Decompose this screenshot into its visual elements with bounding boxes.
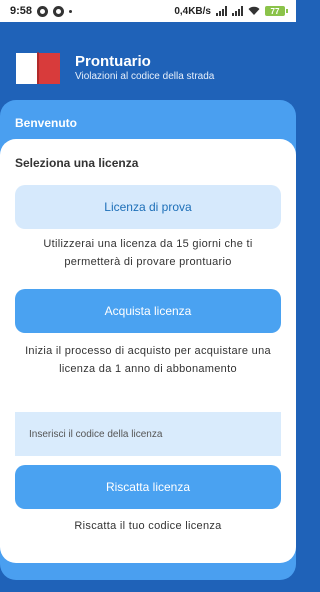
redeem-license-button[interactable]: Riscatta licenza <box>15 465 281 509</box>
bottom-area <box>0 580 296 592</box>
trial-license-button[interactable]: Licenza di prova <box>15 185 281 229</box>
buy-description: Inizia il processo di acquisto per acqui… <box>25 345 271 375</box>
network-speed: 0,4KB/s <box>174 5 211 17</box>
status-bar: 9:58 0,4KB/s 77 <box>0 0 296 22</box>
notification-icon <box>53 5 65 17</box>
dot-icon <box>69 9 73 13</box>
welcome-label: Benvenuto <box>15 116 78 130</box>
app-header: Prontuario Violazioni al codice della st… <box>0 22 296 102</box>
battery-level: 77 <box>265 6 285 16</box>
license-code-input[interactable] <box>15 412 281 456</box>
battery-icon: 77 <box>265 6 288 16</box>
redeem-description: Riscatta il tuo codice licenza <box>74 520 222 532</box>
signal-icon <box>216 6 227 16</box>
app-title: Prontuario <box>75 53 151 70</box>
section-title: Seleziona una licenza <box>15 156 139 170</box>
signal-2-icon <box>232 6 243 16</box>
sync-icon <box>37 5 49 17</box>
status-time: 9:58 <box>10 5 33 17</box>
status-right: 0,4KB/s 77 <box>174 6 288 17</box>
app-subtitle: Violazioni al codice della strada <box>75 71 215 82</box>
status-left: 9:58 <box>10 5 73 17</box>
buy-license-button[interactable]: Acquista licenza <box>15 289 281 333</box>
book-icon <box>16 52 60 84</box>
license-card: Seleziona una licenza Licenza di prova U… <box>0 139 296 563</box>
wifi-icon <box>248 6 260 15</box>
trial-description: Utilizzerai una licenza da 15 giorni che… <box>43 238 253 268</box>
